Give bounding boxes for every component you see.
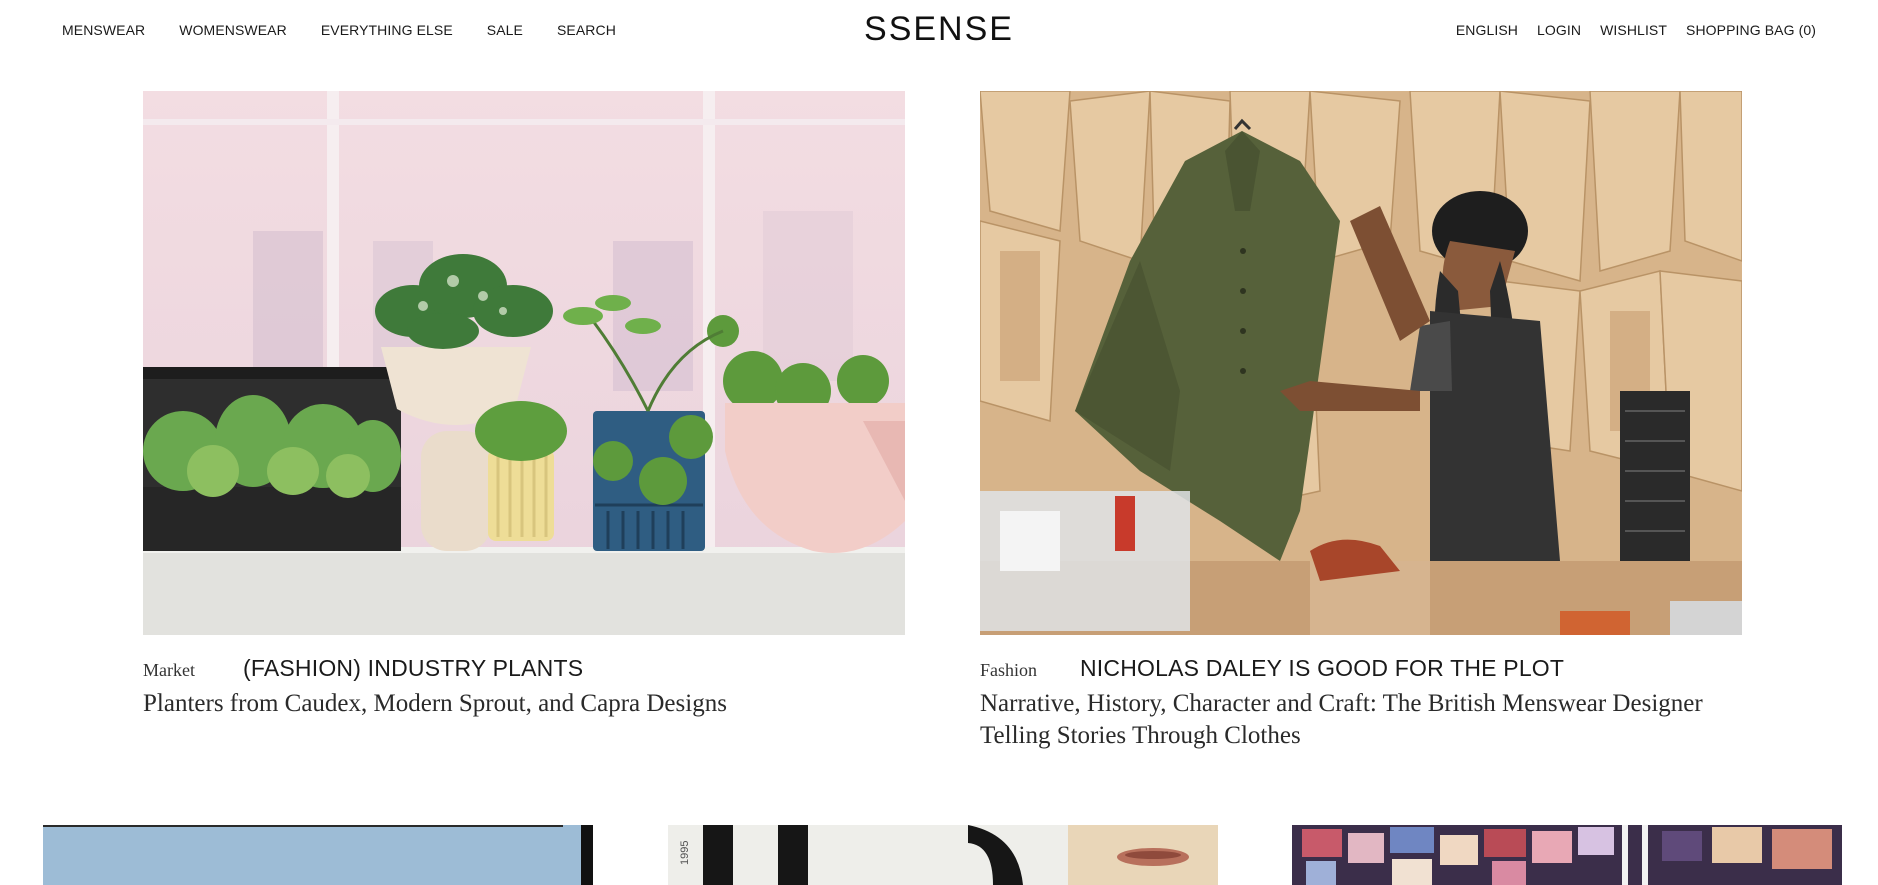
plants-photo[interactable] — [143, 91, 905, 635]
thumbnail-sky-photo[interactable] — [43, 825, 593, 885]
feature-category[interactable]: Market — [143, 660, 243, 681]
feature-category[interactable]: Fashion — [980, 660, 1080, 681]
ssense-logo[interactable]: SSENSE — [864, 10, 1014, 48]
feature-card-plants: Market (FASHION) INDUSTRY PLANTS Planter… — [143, 91, 905, 720]
nav-login[interactable]: LOGIN — [1537, 22, 1581, 38]
magazine-year-text: 1995 — [679, 841, 691, 865]
plants-illustration — [143, 91, 905, 635]
account-nav: ENGLISH LOGIN WISHLIST SHOPPING BAG (0) — [1456, 22, 1816, 38]
thumbnail-collage-photo[interactable] — [1292, 825, 1842, 885]
nav-wishlist[interactable]: WISHLIST — [1600, 22, 1667, 38]
magazine-photo: 1995 — [668, 825, 1218, 885]
feature-meta: Market (FASHION) INDUSTRY PLANTS — [143, 655, 905, 682]
nav-womenswear[interactable]: WOMENSWEAR — [179, 22, 287, 38]
designer-photo[interactable] — [980, 91, 1742, 635]
nav-menswear[interactable]: MENSWEAR — [62, 22, 145, 38]
nav-sale[interactable]: SALE — [487, 22, 523, 38]
feature-title[interactable]: NICHOLAS DALEY IS GOOD FOR THE PLOT — [1080, 655, 1564, 682]
nav-search[interactable]: SEARCH — [557, 22, 616, 38]
feature-title[interactable]: (FASHION) INDUSTRY PLANTS — [243, 655, 583, 682]
collage-photo — [1292, 825, 1842, 885]
feature-subtitle[interactable]: Narrative, History, Character and Craft:… — [980, 688, 1742, 752]
nav-everything-else[interactable]: EVERYTHING ELSE — [321, 22, 453, 38]
nav-shopping-bag[interactable]: SHOPPING BAG (0) — [1686, 22, 1816, 38]
site-header: MENSWEAR WOMENSWEAR EVERYTHING ELSE SALE… — [0, 0, 1878, 62]
thumbnail-magazine-photo[interactable]: 1995 — [668, 825, 1218, 885]
nav-language[interactable]: ENGLISH — [1456, 22, 1518, 38]
feature-card-nicholas-daley: Fashion NICHOLAS DALEY IS GOOD FOR THE P… — [980, 91, 1742, 752]
primary-nav: MENSWEAR WOMENSWEAR EVERYTHING ELSE SALE… — [62, 22, 616, 38]
feature-subtitle[interactable]: Planters from Caudex, Modern Sprout, and… — [143, 688, 905, 720]
designer-illustration — [980, 91, 1742, 635]
feature-meta: Fashion NICHOLAS DALEY IS GOOD FOR THE P… — [980, 655, 1742, 682]
sky-photo — [43, 825, 593, 885]
